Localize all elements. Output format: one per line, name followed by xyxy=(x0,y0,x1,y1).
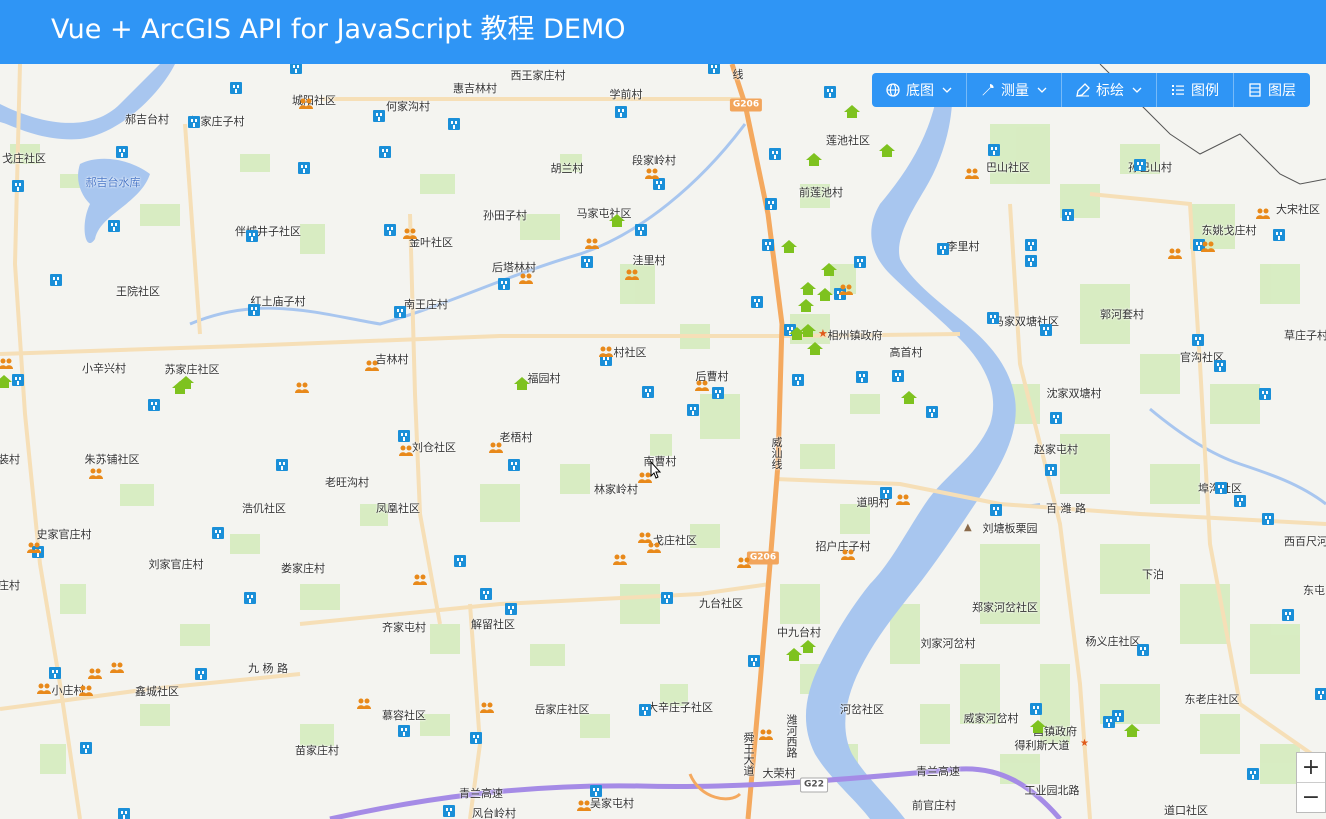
mouse-cursor-icon xyxy=(650,460,662,483)
gov-star-icon: ★ xyxy=(1080,738,1089,749)
scenic-icon: ▲ xyxy=(964,522,972,533)
building-poi-markers xyxy=(12,64,1326,819)
mark-dropdown[interactable]: 标绘 xyxy=(1061,73,1156,107)
basemap-dropdown[interactable]: 底图 xyxy=(872,73,966,107)
layers-label: 图层 xyxy=(1268,83,1296,99)
gov-star-icon: ★ xyxy=(818,327,828,340)
chevron-down-icon xyxy=(1037,87,1047,93)
app-header: Vue + ArcGIS API for JavaScript 教程 DEMO xyxy=(0,0,1326,64)
layers-button[interactable]: 图层 xyxy=(1233,73,1310,107)
wrench-icon xyxy=(982,84,994,96)
map-view[interactable]: 西王家庄村 惠吉林村 何家沟村 城阳社区 学前村 赵家庄子村 郝吉台村 段家岭村… xyxy=(0,64,1326,819)
pen-icon xyxy=(1076,83,1090,97)
layers-icon xyxy=(1249,83,1261,97)
zoom-in-button[interactable]: + xyxy=(1297,753,1325,782)
community-poi-markers xyxy=(0,98,1270,811)
legend-label: 图例 xyxy=(1191,83,1219,99)
poi-layer: ★ ★ ▲ xyxy=(0,64,1326,819)
globe-icon xyxy=(886,83,900,97)
zoom-control: + − xyxy=(1296,752,1326,813)
village-poi-markers xyxy=(0,105,1140,737)
measure-dropdown[interactable]: 测量 xyxy=(966,73,1061,107)
list-icon xyxy=(1172,85,1184,95)
app-title: Vue + ArcGIS API for JavaScript 教程 DEMO xyxy=(51,14,626,45)
chevron-down-icon xyxy=(1132,87,1142,93)
legend-button[interactable]: 图例 xyxy=(1156,73,1233,107)
chevron-down-icon xyxy=(942,87,952,93)
measure-label: 测量 xyxy=(1001,83,1029,99)
zoom-out-button[interactable]: − xyxy=(1297,782,1325,812)
basemap-label: 底图 xyxy=(906,83,934,99)
map-toolbar: 底图 测量 标绘 图例 图层 xyxy=(872,73,1310,107)
mark-label: 标绘 xyxy=(1096,83,1124,99)
